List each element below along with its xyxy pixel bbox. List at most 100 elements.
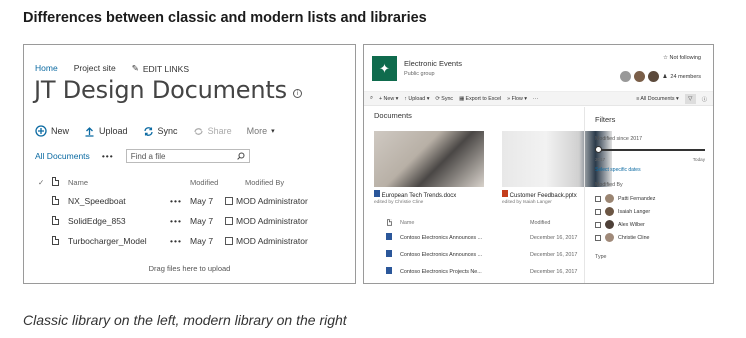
- row-more-icon[interactable]: •••: [170, 236, 190, 246]
- document-thumbnail: [374, 131, 484, 187]
- file-name[interactable]: Contoso Electronics Announces ...: [400, 235, 530, 241]
- list-item[interactable]: Contoso Electronics Announces ... Decemb…: [386, 246, 586, 263]
- column-modified[interactable]: Modified: [190, 178, 245, 187]
- sync-button[interactable]: Sync: [143, 126, 178, 137]
- new-button[interactable]: + New ▾: [379, 96, 398, 102]
- word-icon: [374, 190, 380, 197]
- file-name[interactable]: SolidEdge_853: [68, 216, 170, 226]
- checkbox[interactable]: [595, 221, 601, 228]
- drag-drop-hint: Drag files here to upload: [148, 264, 231, 273]
- checkbox[interactable]: [595, 234, 601, 241]
- view-switcher[interactable]: ≡ All Documents ▾: [636, 96, 679, 102]
- document-tile[interactable]: European Tech Trends.docx edited by Chri…: [374, 131, 484, 207]
- library-title-text: JT Design Documents: [34, 76, 287, 104]
- row-more-icon[interactable]: •••: [170, 216, 190, 226]
- tile-name: Customer Feedback.pptx: [509, 193, 577, 199]
- all-documents-view[interactable]: All Documents: [35, 151, 90, 161]
- page-heading: Differences between classic and modern l…: [23, 10, 427, 26]
- classic-library-screenshot: Home Project site ✎ EDIT LINKS JT Design…: [23, 44, 356, 284]
- documents-title: Documents: [374, 111, 412, 120]
- column-modified-by[interactable]: Modified By: [245, 178, 348, 187]
- column-name[interactable]: Name: [68, 178, 190, 187]
- follow-label: Not following: [669, 55, 702, 61]
- filter-person[interactable]: Isaiah Langer: [595, 205, 705, 218]
- modified-by-label: Modified By: [595, 182, 623, 188]
- upload-button[interactable]: Upload: [84, 126, 128, 137]
- plus-circle-icon: [35, 125, 47, 137]
- file-name[interactable]: Contoso Electronics Announces ...: [400, 252, 530, 258]
- info-icon[interactable]: i: [292, 88, 302, 98]
- more-icon[interactable]: ···: [533, 96, 538, 102]
- column-name[interactable]: Name: [400, 220, 530, 226]
- chevron-down-icon: ▾: [271, 128, 275, 135]
- table-row[interactable]: Turbocharger_Model ••• May 7 MOD Adminis…: [38, 231, 348, 251]
- checkbox[interactable]: [595, 208, 601, 215]
- slider-handle[interactable]: [595, 146, 602, 153]
- slider-start-label: 2017: [595, 157, 606, 162]
- list-item[interactable]: Contoso Electronics Announces ... Decemb…: [386, 229, 586, 246]
- presence-icon: [225, 217, 233, 225]
- site-name[interactable]: Electronic Events: [404, 59, 462, 68]
- upload-label: Upload: [408, 95, 426, 102]
- type-label: Type: [595, 254, 607, 260]
- file-modified: December 16, 2017: [530, 234, 578, 241]
- table-row[interactable]: SolidEdge_853 ••• May 7 MOD Administrato…: [38, 211, 348, 231]
- site-type: Public group: [404, 71, 435, 77]
- person-name: Christie Cline: [618, 234, 650, 241]
- edit-links-button[interactable]: ✎ EDIT LINKS: [132, 63, 189, 74]
- upload-button[interactable]: ↑ Upload ▾: [404, 96, 429, 102]
- more-button[interactable]: More ▾: [247, 126, 275, 136]
- word-icon: [386, 267, 392, 274]
- library-title: JT Design Documents i: [34, 76, 302, 104]
- filter-person[interactable]: Christie Cline: [595, 231, 705, 244]
- info-icon[interactable]: ⓘ: [702, 95, 707, 103]
- table-row[interactable]: NX_Speedboat ••• May 7 MOD Administrator: [38, 191, 348, 211]
- avatar: [605, 220, 614, 229]
- select-all-check-icon[interactable]: ✓: [38, 178, 52, 187]
- view-more-icon[interactable]: •••: [102, 151, 114, 161]
- file-modified-by: MOD Administrator: [236, 196, 308, 206]
- filter-person[interactable]: Patti Fernandez: [595, 192, 705, 205]
- classic-file-table: ✓ Name Modified Modified By NX_Speedboat…: [38, 176, 348, 251]
- members-button[interactable]: ♟ 24 members: [620, 71, 701, 82]
- avatar: [634, 71, 646, 82]
- sync-label: Sync: [441, 95, 454, 102]
- avatar: [605, 207, 614, 216]
- file-modified: May 7: [190, 196, 214, 206]
- export-label: Export to Excel: [465, 95, 502, 102]
- tile-editor: edited by Christie Cline: [374, 200, 424, 205]
- tile-name: European Tech Trends.docx: [381, 193, 457, 199]
- checkbox[interactable]: [595, 195, 601, 202]
- file-name[interactable]: NX_Speedboat: [68, 196, 170, 206]
- filter-icon[interactable]: ▽: [684, 93, 696, 104]
- nav-home-link[interactable]: Home: [35, 63, 58, 74]
- select-dates-link[interactable]: Select specific dates: [595, 167, 705, 173]
- new-button[interactable]: New: [35, 125, 69, 137]
- list-item[interactable]: Contoso Electronics Projects Ne... Decem…: [386, 263, 586, 280]
- file-name[interactable]: Contoso Electronics Projects Ne...: [400, 269, 530, 275]
- upload-label: Upload: [99, 126, 128, 136]
- new-label: New: [51, 126, 70, 136]
- flow-button[interactable]: » Flow ▾: [507, 96, 527, 102]
- sync-icon: [143, 126, 153, 136]
- file-name[interactable]: Turbocharger_Model: [68, 236, 170, 246]
- avatar: [605, 233, 614, 242]
- date-slider[interactable]: [595, 146, 705, 154]
- file-modified: May 7: [190, 216, 214, 226]
- search-icon[interactable]: ⌕: [370, 95, 373, 102]
- person-name: Isaiah Langer: [618, 208, 651, 215]
- row-more-icon[interactable]: •••: [170, 196, 190, 206]
- share-button[interactable]: Share: [193, 126, 232, 137]
- file-icon: [52, 235, 59, 245]
- more-label: More: [246, 126, 268, 136]
- classic-view-bar: All Documents ••• Find a file: [35, 149, 250, 163]
- sync-button[interactable]: ⟳ Sync: [435, 96, 453, 102]
- table-header: ✓ Name Modified Modified By: [38, 176, 348, 188]
- follow-button[interactable]: ☆ Not following: [663, 55, 701, 61]
- sync-label: Sync: [157, 126, 178, 136]
- export-excel-button[interactable]: ▦ Export to Excel: [459, 96, 501, 102]
- filter-person[interactable]: Alex Wilber: [595, 218, 705, 231]
- find-file-input[interactable]: Find a file: [125, 149, 250, 163]
- column-modified[interactable]: Modified: [530, 220, 586, 226]
- nav-project-link[interactable]: Project site: [74, 63, 116, 74]
